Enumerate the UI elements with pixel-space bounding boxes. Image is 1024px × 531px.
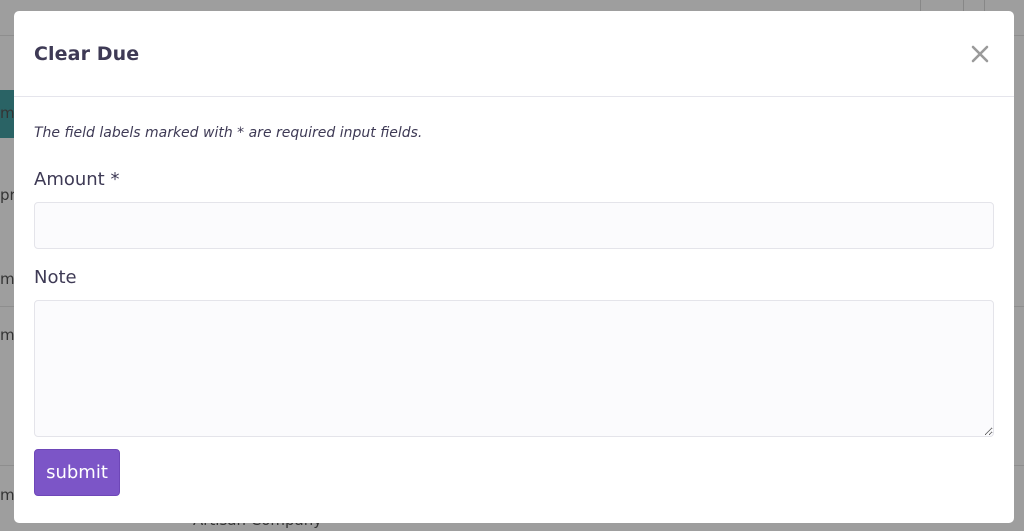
modal-title: Clear Due	[34, 42, 140, 65]
note-textarea[interactable]	[34, 300, 994, 437]
note-label: Note	[34, 267, 77, 288]
required-fields-note: The field labels marked with * are requi…	[34, 125, 423, 141]
amount-input[interactable]	[34, 202, 994, 249]
modal-header: Clear Due	[14, 11, 1014, 97]
clear-due-modal: Clear Due The field labels marked with *…	[14, 11, 1014, 523]
modal-body: The field labels marked with * are requi…	[14, 125, 1014, 496]
close-button[interactable]	[966, 40, 994, 68]
amount-label: Amount *	[34, 169, 120, 190]
submit-button[interactable]: submit	[34, 449, 120, 496]
close-icon	[971, 45, 989, 62]
